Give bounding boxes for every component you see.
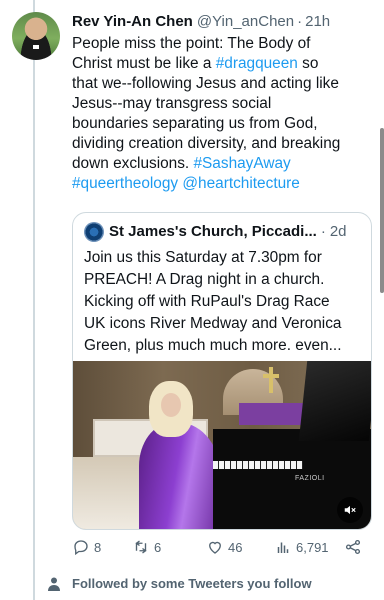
separator-dot: · (297, 13, 303, 30)
tweet-text-segment: Jesus--may transgress social (72, 95, 272, 112)
view-count: 6,791 (296, 539, 329, 555)
quoted-tweet-text-line: Green, plus much much more. even... (84, 337, 342, 354)
quoted-tweet-text: Join us this Saturday at 7.30pm for PREAC… (84, 247, 366, 357)
tweet-text-segment: so (297, 55, 319, 72)
heart-icon (209, 541, 221, 554)
tweet-text-line: down exclusions. #SashayAway (72, 154, 372, 174)
quoted-tweet-text-line: Join us this Saturday at 7.30pm for (84, 249, 322, 266)
followed-by-text: Followed by some Tweeters you follow (72, 576, 312, 591)
retweet-icon (135, 540, 147, 554)
views-icon (277, 542, 289, 553)
author-avatar[interactable] (12, 12, 60, 60)
tweet-text-segment: dividing creation diversity, and breakin… (72, 135, 341, 152)
tweet-content: Rev Yin-An Chen @Yin_anChen · 21h People… (72, 12, 372, 194)
tweet-actions: 8 6 46 6,791 (72, 538, 364, 560)
tweet-text-segment: People miss the point: The Body of (72, 35, 311, 52)
author-name[interactable]: Rev Yin-An Chen (72, 12, 193, 32)
author-handle[interactable]: @Yin_anChen (197, 12, 294, 32)
quoted-tweet-text-line: UK icons River Medway and Veronica (84, 315, 342, 332)
followed-by-notice[interactable]: Followed by some Tweeters you follow (48, 576, 312, 591)
person-icon (48, 577, 60, 591)
quoted-tweet-header: St James's Church, Piccadi... · 2d (84, 222, 347, 242)
mute-icon[interactable] (337, 497, 363, 523)
hashtag-link[interactable]: #dragqueen (216, 55, 298, 72)
views-button[interactable]: 6,791 (274, 538, 329, 556)
tweet-text-line: #queertheology @heartchitecture (72, 174, 372, 194)
reply-icon (74, 540, 88, 556)
tweet-text-line: that we--following Jesus and acting like (72, 74, 372, 94)
retweet-count: 6 (154, 539, 162, 555)
quoted-author-name: St James's Church, Piccadi... (109, 223, 317, 240)
thread-connector-line (33, 0, 35, 600)
tweet-text-line: Christ must be like a #dragqueen so (72, 54, 372, 74)
quoted-tweet-text-line: PREACH! A Drag night in a church. (84, 271, 325, 288)
share-icon (345, 539, 361, 555)
tweet-timestamp[interactable]: 21h (305, 12, 330, 32)
tweet-text-line: Jesus--may transgress social (72, 94, 372, 114)
tweet-text: People miss the point: The Body of Christ… (72, 34, 372, 194)
piano-brand-text: FAZIOLI (295, 475, 325, 482)
share-button[interactable] (344, 538, 366, 556)
tweet-text-segment: that we--following Jesus and acting like (72, 75, 339, 92)
quoted-tweet-text-line: Kicking off with RuPaul's Drag Race (84, 293, 330, 310)
quoted-tweet-timestamp: 2d (329, 223, 347, 240)
like-count: 46 (228, 539, 243, 555)
hashtag-link[interactable]: #SashayAway (193, 155, 290, 172)
quoted-author-avatar (84, 222, 104, 242)
tweet-text-segment: down exclusions. (72, 155, 194, 172)
mention-link[interactable]: @heartchitecture (182, 175, 299, 192)
tweet-header: Rev Yin-An Chen @Yin_anChen · 21h (72, 12, 372, 32)
reply-count: 8 (94, 539, 102, 555)
quoted-tweet[interactable]: St James's Church, Piccadi... · 2d Join … (72, 212, 372, 530)
quoted-tweet-video[interactable]: FAZIOLI (73, 361, 371, 529)
like-button[interactable]: 46 (206, 538, 242, 556)
reply-button[interactable]: 8 (72, 538, 101, 556)
tweet-text-segment: boundaries separating us from God, (72, 115, 318, 132)
separator-dot: · (320, 223, 326, 240)
tweet-text-line: dividing creation diversity, and breakin… (72, 134, 372, 154)
hashtag-link[interactable]: #queertheology (72, 175, 178, 192)
scrollbar-thumb[interactable] (380, 128, 384, 293)
tweet-text-line: boundaries separating us from God, (72, 114, 372, 134)
tweet-text-line: People miss the point: The Body of (72, 34, 372, 54)
retweet-button[interactable]: 6 (132, 538, 161, 556)
tweet-text-segment: Christ must be like a (72, 55, 216, 72)
